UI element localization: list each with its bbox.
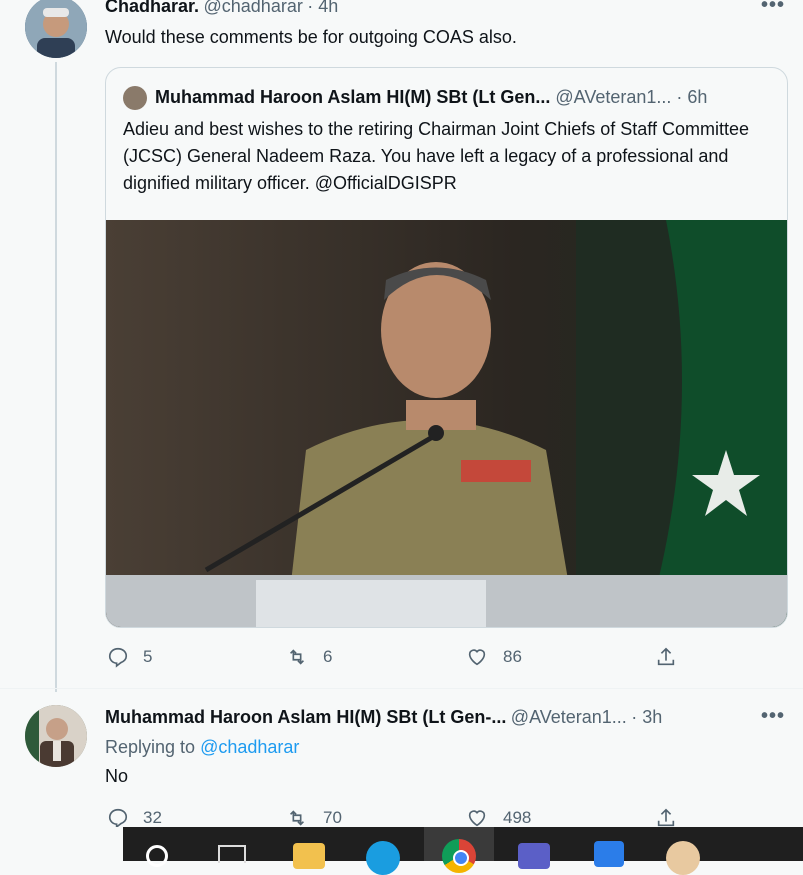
quote-header: Muhammad Haroon Aslam HI(M) SBt (Lt Gen.…: [123, 86, 707, 110]
retweet-icon: [289, 810, 305, 826]
retweet-count: 70: [323, 808, 342, 827]
quote-timestamp: · 6h: [676, 86, 708, 107]
task-view-icon[interactable]: [218, 845, 246, 863]
like-count: 498: [503, 808, 532, 827]
timestamp[interactable]: · 4h: [307, 0, 338, 16]
tweet2-header: Muhammad Haroon Aslam HI(M) SBt (Lt Gen-…: [105, 707, 662, 728]
quote-text: Adieu and best wishes to the retiring Ch…: [123, 119, 749, 193]
reply-icon: [108, 808, 128, 829]
divider: [0, 688, 803, 689]
share-icon: [657, 808, 675, 827]
author-handle[interactable]: @chadharar: [204, 0, 303, 16]
taskbar: [0, 827, 803, 875]
like-button[interactable]: 498: [465, 807, 531, 829]
share-icon: [657, 647, 675, 666]
author-handle[interactable]: @AVeteran1...: [511, 707, 627, 727]
tweet-text: No: [105, 766, 129, 786]
tweet1-header: Chadharar. @chadharar · 4h: [105, 0, 338, 17]
replying-to: Replying to @chadharar: [105, 734, 299, 760]
replying-prefix: Replying to: [105, 737, 196, 757]
search-icon[interactable]: [146, 845, 168, 867]
quote-author-name: Muhammad Haroon Aslam HI(M) SBt (Lt Gen.…: [155, 86, 551, 107]
avatar[interactable]: [25, 705, 87, 767]
heart-icon: [468, 810, 486, 827]
like-count: 86: [503, 647, 522, 666]
author-name[interactable]: Chadharar.: [105, 0, 199, 16]
heart-icon: [468, 649, 486, 666]
retweet-button[interactable]: 6: [285, 646, 332, 668]
edge-icon[interactable]: [366, 841, 400, 875]
quoted-tweet[interactable]: Muhammad Haroon Aslam HI(M) SBt (Lt Gen.…: [105, 67, 788, 628]
teams-icon[interactable]: [518, 843, 550, 869]
reply-count: 5: [143, 647, 153, 666]
quote-photo[interactable]: [106, 220, 787, 627]
quote-avatar: [123, 86, 147, 110]
reply-icon: [108, 647, 128, 668]
file-explorer-icon[interactable]: [293, 843, 325, 869]
paint-icon[interactable]: [666, 841, 700, 875]
chrome-icon[interactable]: [424, 827, 494, 873]
avatar[interactable]: [25, 0, 87, 58]
like-button[interactable]: 86: [465, 646, 522, 668]
quote-author-handle: @AVeteran1...: [555, 86, 672, 107]
retweet-count: 6: [323, 647, 333, 666]
retweet-button[interactable]: 70: [285, 807, 342, 829]
retweet-icon: [289, 649, 305, 665]
store-icon[interactable]: [594, 841, 624, 867]
timestamp[interactable]: · 3h: [631, 707, 662, 727]
author-name[interactable]: Muhammad Haroon Aslam HI(M) SBt (Lt Gen-…: [105, 707, 506, 727]
share-button[interactable]: [655, 646, 677, 668]
taskbar-gap: [0, 827, 123, 861]
reply-button[interactable]: 32: [107, 807, 162, 829]
share-button[interactable]: [655, 807, 677, 829]
reply-count: 32: [143, 808, 162, 827]
tweet-text: Would these comments be for outgoing COA…: [105, 27, 517, 47]
thread-line: [55, 62, 57, 692]
replying-to-link[interactable]: @chadharar: [200, 737, 299, 757]
more-options-icon[interactable]: •••: [761, 705, 785, 728]
more-options-icon[interactable]: •••: [761, 0, 785, 17]
reply-button[interactable]: 5: [107, 646, 152, 668]
